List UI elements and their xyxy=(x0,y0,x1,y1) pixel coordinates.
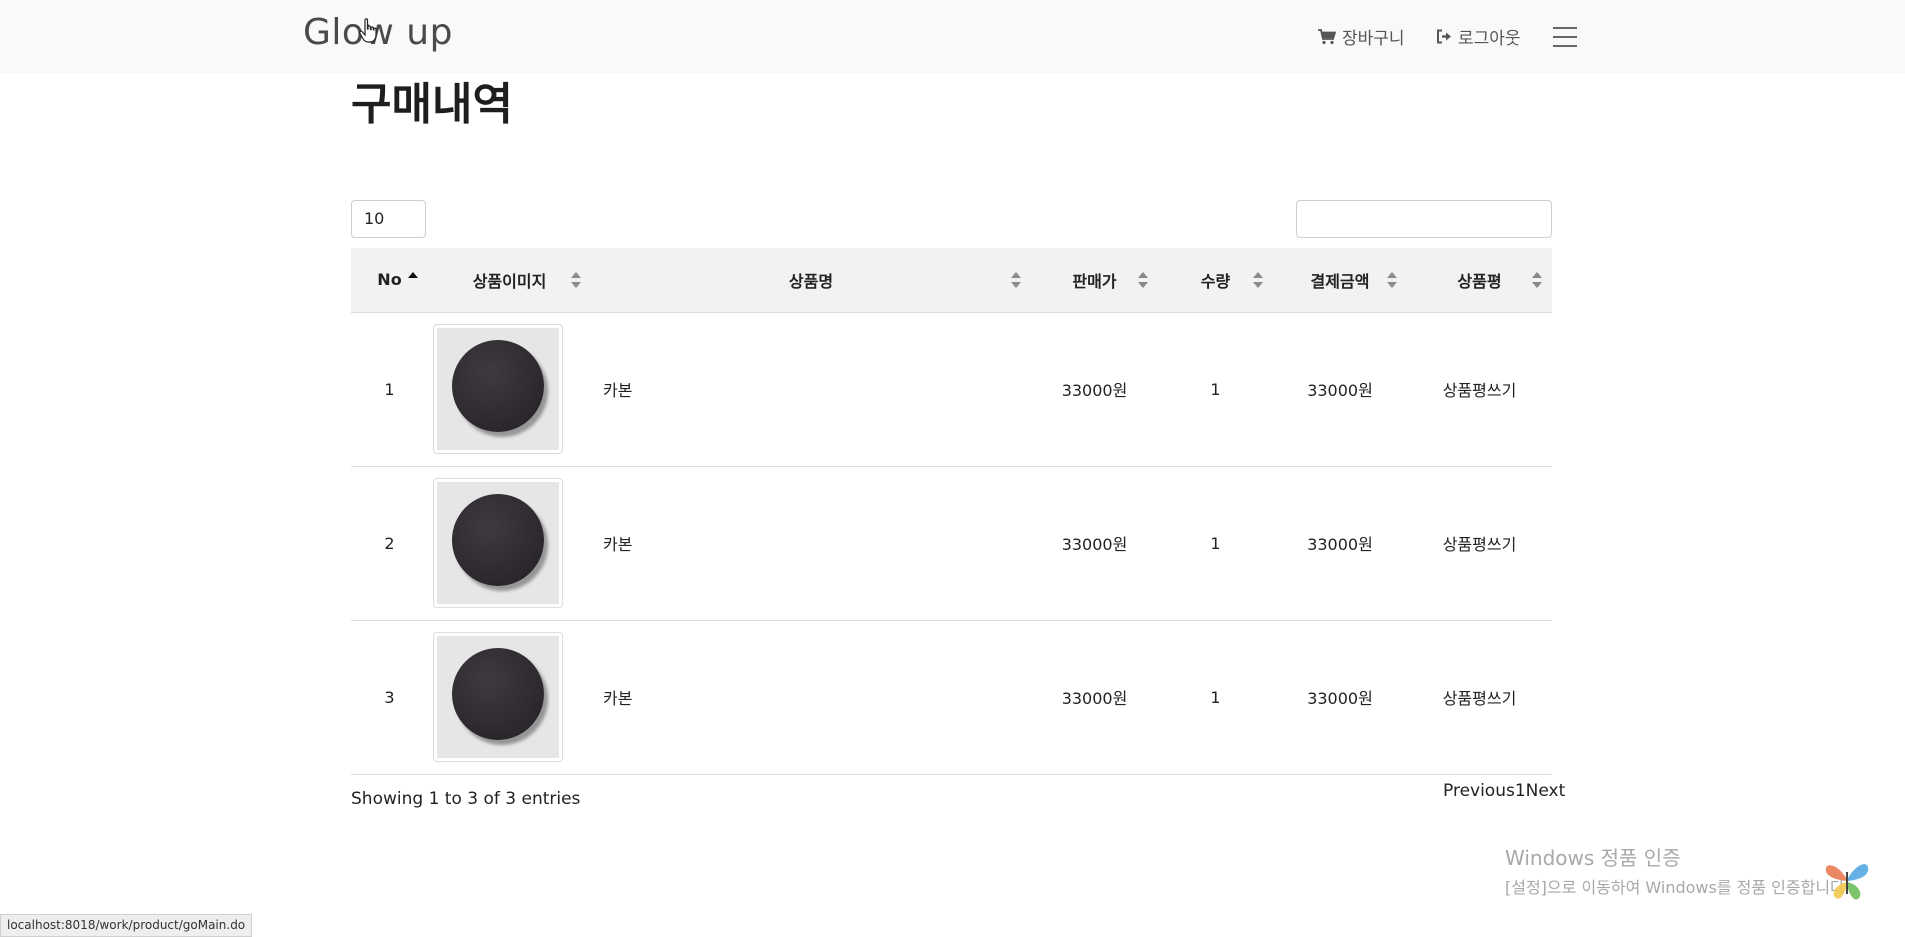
product-image xyxy=(452,494,544,586)
row-qty: 1 xyxy=(1158,466,1273,621)
row-price: 33000원 xyxy=(1031,620,1158,775)
search-input[interactable] xyxy=(1296,200,1552,238)
write-review-link[interactable]: 상품평쓰기 xyxy=(1407,620,1552,775)
row-name: 카본 xyxy=(591,466,1031,621)
product-image xyxy=(452,340,544,432)
sort-icon xyxy=(1532,271,1542,288)
sort-icon xyxy=(1387,271,1397,288)
write-review-link[interactable]: 상품평쓰기 xyxy=(1407,466,1552,621)
row-qty: 1 xyxy=(1158,312,1273,467)
product-thumbnail[interactable] xyxy=(433,632,563,762)
column-header-review[interactable]: 상품평 xyxy=(1407,248,1552,313)
row-total: 33000원 xyxy=(1273,620,1407,775)
purchase-table: No 상품이미지 상품명 판매가 수량 결제금액 상품평 1 카본 33000원… xyxy=(351,248,1552,775)
row-qty: 1 xyxy=(1158,620,1273,775)
logout-link[interactable]: 로그아웃 xyxy=(1436,24,1521,49)
row-image-cell xyxy=(428,466,591,621)
row-no: 3 xyxy=(351,620,428,775)
row-price: 33000원 xyxy=(1031,312,1158,467)
row-image-cell xyxy=(428,620,591,775)
product-thumbnail[interactable] xyxy=(433,478,563,608)
sort-icon xyxy=(1253,271,1263,288)
cart-icon xyxy=(1318,28,1336,44)
write-review-link[interactable]: 상품평쓰기 xyxy=(1407,312,1552,467)
table-row: 3 카본 33000원 1 33000원 상품평쓰기 xyxy=(351,620,1552,775)
table-header-row: No 상품이미지 상품명 판매가 수량 결제금액 상품평 xyxy=(351,248,1552,313)
pagination: Previous 1 Next xyxy=(1443,781,1565,801)
watermark-subtitle: [설정]으로 이동하여 Windows를 정품 인증합니다. xyxy=(1505,878,1850,897)
row-price: 33000원 xyxy=(1031,466,1158,621)
row-total: 33000원 xyxy=(1273,466,1407,621)
logout-icon xyxy=(1437,29,1451,44)
table-row: 2 카본 33000원 1 33000원 상품평쓰기 xyxy=(351,466,1552,621)
row-name: 카본 xyxy=(591,312,1031,467)
row-no: 2 xyxy=(351,466,428,621)
sort-icon xyxy=(1011,271,1021,288)
cart-label: 장바구니 xyxy=(1342,29,1405,49)
butterfly-icon xyxy=(1825,864,1869,900)
column-header-no[interactable]: No xyxy=(351,248,428,313)
row-name: 카본 xyxy=(591,620,1031,775)
table-row: 1 카본 33000원 1 33000원 상품평쓰기 xyxy=(351,312,1552,467)
sort-icon xyxy=(1138,271,1148,288)
product-thumbnail[interactable] xyxy=(433,324,563,454)
page-title: 구매내역 xyxy=(351,79,513,130)
hamburger-line xyxy=(1553,36,1577,38)
column-header-image[interactable]: 상품이미지 xyxy=(428,248,591,313)
row-no: 1 xyxy=(351,312,428,467)
column-header-price[interactable]: 판매가 xyxy=(1031,248,1158,313)
column-header-name[interactable]: 상품명 xyxy=(591,248,1031,313)
cart-link[interactable]: 장바구니 xyxy=(1318,24,1405,49)
sort-icon xyxy=(571,271,581,288)
windows-activation-watermark: Windows 정품 인증 [설정]으로 이동하여 Windows를 정품 인증… xyxy=(1505,842,1850,898)
menu-toggle-button[interactable] xyxy=(1553,27,1577,47)
navbar: Glow up 장바구니 로그아웃 xyxy=(0,0,1905,73)
hamburger-line xyxy=(1553,45,1577,47)
hamburger-line xyxy=(1553,27,1577,29)
hand-cursor-icon xyxy=(359,18,377,43)
next-button[interactable]: Next xyxy=(1526,781,1566,801)
sort-asc-icon xyxy=(408,271,418,288)
column-header-total[interactable]: 결제금액 xyxy=(1273,248,1407,313)
logout-label: 로그아웃 xyxy=(1458,29,1521,49)
row-image-cell xyxy=(428,312,591,467)
watermark-title: Windows 정품 인증 xyxy=(1505,846,1681,870)
entries-length-select[interactable]: 10 xyxy=(351,200,426,238)
previous-button[interactable]: Previous xyxy=(1443,781,1515,801)
table-info: Showing 1 to 3 of 3 entries xyxy=(351,789,581,809)
browser-status-bar: localhost:8018/work/product/goMain.do xyxy=(0,914,253,937)
product-image xyxy=(452,648,544,740)
column-header-qty[interactable]: 수량 xyxy=(1158,248,1273,313)
row-total: 33000원 xyxy=(1273,312,1407,467)
page-1-button[interactable]: 1 xyxy=(1515,781,1526,801)
